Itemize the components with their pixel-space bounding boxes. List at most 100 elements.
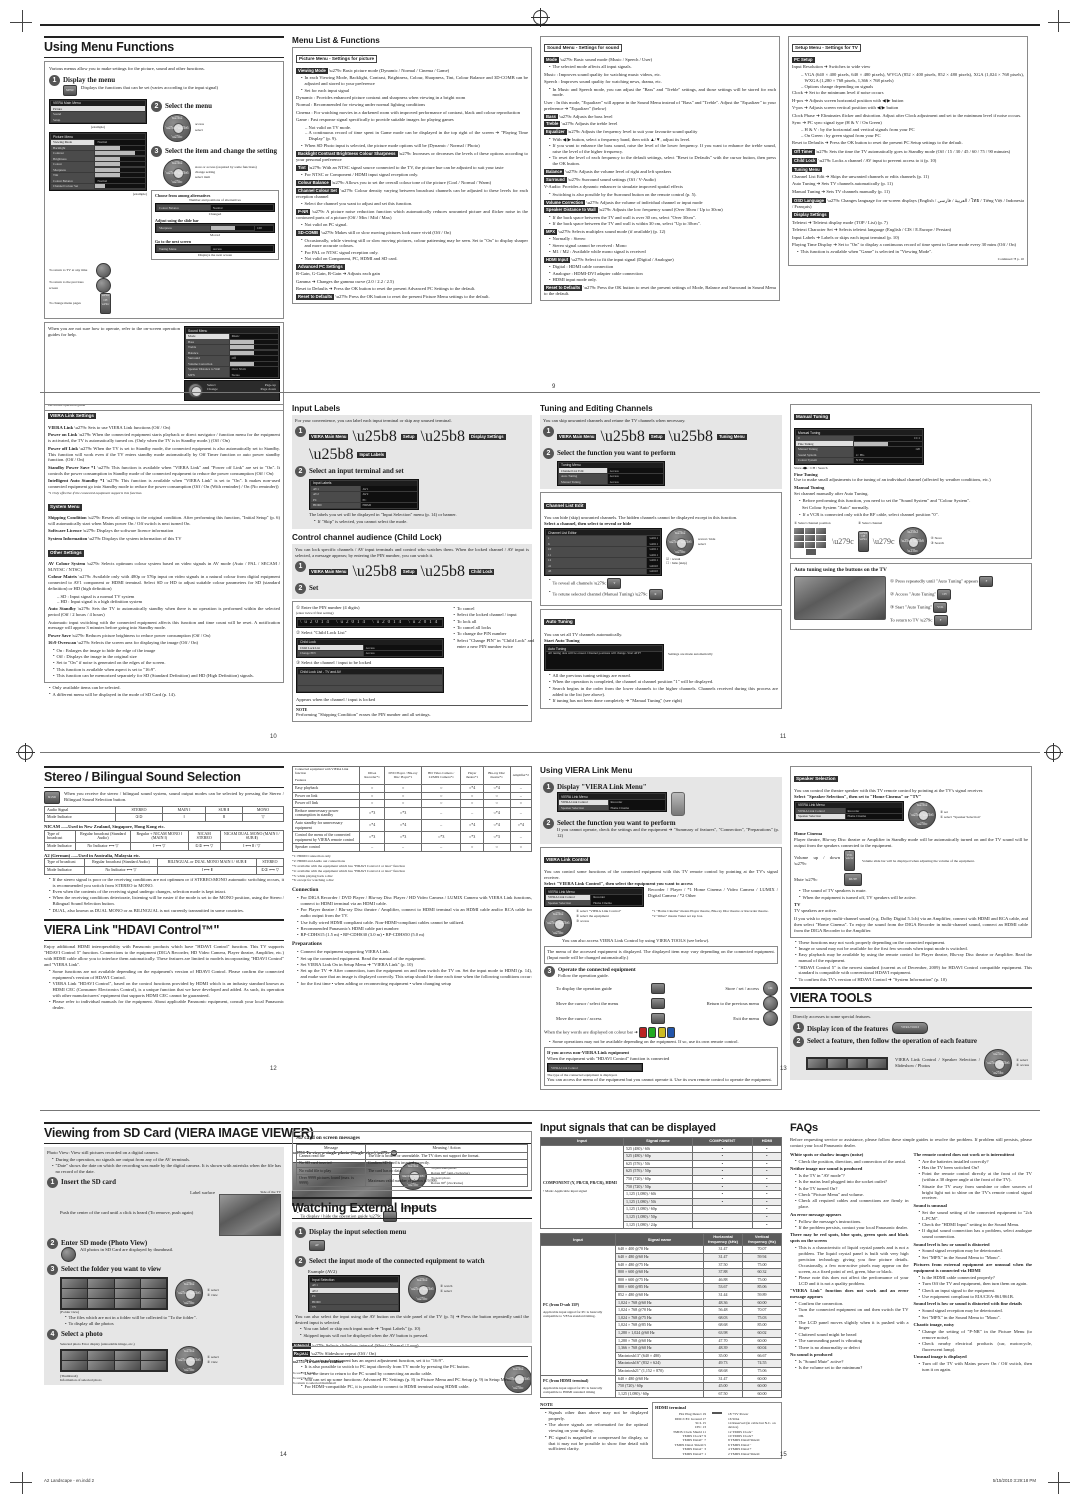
picture-row-bar[interactable] <box>95 167 145 172</box>
osd-row-value[interactable]: 4 : BG <box>853 452 922 457</box>
viera-tools-icons[interactable] <box>808 1058 886 1068</box>
osd-row-label[interactable]: Manual Tuning <box>796 446 853 452</box>
picture-row-label[interactable]: Contrast <box>51 150 95 156</box>
sound-row-bar[interactable] <box>229 339 278 344</box>
sound-row-value[interactable]: Stereo <box>229 372 278 378</box>
yellow-colour-button[interactable] <box>657 1027 666 1039</box>
osd-row-bar[interactable] <box>210 226 254 231</box>
picture-row-value[interactable]: Normal <box>95 139 145 145</box>
sound-row-label[interactable]: Balance <box>186 350 229 356</box>
osd-row-label[interactable]: HDMI <box>311 502 360 508</box>
input-option[interactable]: HDMI <box>310 1299 398 1305</box>
osd-row-value[interactable]: Access <box>607 468 663 474</box>
channel-row[interactable]: 11 <box>546 552 646 558</box>
channel-check[interactable]: \u2610 <box>647 563 660 569</box>
osd-row-label[interactable]: Sharpness <box>157 225 210 231</box>
channel-check[interactable]: \u2610 <box>647 568 660 574</box>
osd-row-label[interactable]: Speaker Selection <box>559 805 608 811</box>
picture-row-bar[interactable] <box>95 173 145 178</box>
osd-row-value[interactable]: Access <box>363 650 443 656</box>
yellow-button[interactable]: Y <box>607 577 622 589</box>
osd-row-value[interactable]: Access <box>363 645 443 651</box>
osd-row-value[interactable]: Home Cinema <box>845 813 902 819</box>
picture-row-label[interactable]: Colour <box>51 161 95 167</box>
dpad-icon[interactable]: \u25b2\u25bc\u25c0\u25b6 <box>984 1049 1013 1078</box>
input-option[interactable]: AV2 <box>310 1288 398 1294</box>
red-colour-button[interactable] <box>639 1027 648 1039</box>
sound-row-bar[interactable] <box>229 361 278 366</box>
dpad-icon[interactable]: \u25b2\u25bc\u25c0\u25b6 <box>666 528 694 557</box>
picture-row-bar[interactable] <box>95 156 145 161</box>
osd-row-value[interactable]: Home Cinema <box>608 805 665 811</box>
osd-row-value[interactable]: Normal <box>210 205 273 211</box>
osd-row-value[interactable]: Access <box>210 246 273 252</box>
viera-tools-button[interactable]: VIERA TOOLS <box>892 1022 929 1035</box>
osd-row-label[interactable]: Colour System <box>796 457 853 463</box>
picture-row-label[interactable]: Sharpness <box>51 167 95 173</box>
path-setup[interactable]: Setup <box>648 434 665 441</box>
sound-row-label[interactable]: Treble <box>186 344 229 350</box>
osd-row-label[interactable]: PC <box>311 497 360 503</box>
dpad-icon[interactable]: \u25b2\u25bc\u25c0\u25b6 <box>163 113 191 142</box>
osd-row-value[interactable]: AV1 <box>360 486 417 492</box>
sound-row-value[interactable]: Off <box>229 355 278 361</box>
path-display-settings[interactable]: Display Settings <box>469 434 506 441</box>
picture-row-bar[interactable] <box>95 162 145 167</box>
sound-row-label[interactable]: Volume Correction <box>186 361 229 367</box>
picture-row-label[interactable]: Brightness <box>51 156 95 162</box>
volume-button[interactable]: + VOL \u2212 <box>844 850 855 872</box>
mute-button[interactable]: MUTE <box>844 873 862 887</box>
picture-row-bar[interactable] <box>95 151 145 156</box>
dpad-icon[interactable]: \u25b2\u25bc\u25c0\u25b6 <box>175 1279 203 1308</box>
path-viera-main-menu[interactable]: VIERA Main Menu <box>309 569 349 576</box>
channel-row[interactable]: 12 <box>546 557 646 563</box>
osd-row-value[interactable]: HDMI <box>360 502 417 508</box>
option-button[interactable] <box>650 983 665 995</box>
dpad-icon[interactable]: \u25b2\u25bc\u25c0\u25b6 <box>898 527 927 556</box>
cursor-button[interactable] <box>650 998 665 1010</box>
return-button[interactable] <box>763 996 778 1012</box>
red-button[interactable]: R <box>648 589 663 601</box>
input-option[interactable]: TV <box>310 1304 398 1310</box>
osd-row-value[interactable]: NTSC <box>853 457 922 463</box>
sound-row-value[interactable]: Music <box>229 333 278 339</box>
picture-row-label[interactable]: Tint <box>51 172 95 178</box>
osd-row-label[interactable]: Speaker Selection <box>796 813 845 819</box>
sound-row-bar[interactable] <box>229 350 278 355</box>
channel-row[interactable]: 6 <box>546 541 646 547</box>
dpad-icon[interactable]: \u25b2\u25bc\u25c0\u25b6 <box>544 909 572 938</box>
input-option[interactable]: AV1 <box>310 1282 398 1288</box>
osd-row-label[interactable]: VIERA Link Control <box>546 894 591 900</box>
input-option[interactable]: PC <box>310 1293 398 1299</box>
osd-row-label[interactable]: Change PIN <box>298 650 363 656</box>
osd-row-label[interactable]: Fine Tuning <box>796 441 853 446</box>
f-button[interactable]: F <box>933 615 948 627</box>
exit-button[interactable] <box>763 1011 778 1027</box>
path-setup[interactable]: Setup <box>400 434 417 441</box>
channel-row[interactable]: 10 <box>546 546 646 552</box>
path-viera-main-menu[interactable]: VIERA Main Menu <box>557 434 597 441</box>
exit-button[interactable] <box>96 263 111 279</box>
osd-row-value[interactable]: 120 <box>853 446 922 452</box>
green-colour-button[interactable] <box>648 1027 657 1039</box>
photo-thumbnail-grid[interactable] <box>62 1278 166 1308</box>
osd-row-label[interactable]: Child Lock List <box>298 645 363 651</box>
path-child-lock[interactable]: Child Lock <box>469 569 495 576</box>
osd-row-label[interactable]: AV1 <box>311 486 360 492</box>
osd-row-value[interactable]: Recorder <box>591 894 642 900</box>
numeric-keypad-icon[interactable] <box>794 527 828 548</box>
picture-row-label[interactable]: Backlight <box>51 145 95 151</box>
ok-button[interactable]: OK <box>763 981 778 997</box>
stereo-bilingual-button[interactable]: M1/M2 <box>44 790 60 804</box>
picture-row-label[interactable]: Channel Colour Set <box>51 183 95 189</box>
osd-row-label[interactable]: VIERA Link Control <box>559 799 608 805</box>
blue-colour-button[interactable] <box>666 1027 675 1039</box>
sound-row-label[interactable]: Surround <box>186 355 229 361</box>
osd-row-label[interactable]: Sound System <box>796 452 853 457</box>
path-input-labels[interactable]: Input Labels <box>357 452 387 459</box>
osd-row-value[interactable]: CC1 <box>853 435 922 441</box>
picture-row-bar[interactable] <box>95 184 145 189</box>
path-viera-main-menu[interactable]: VIERA Main Menu <box>309 434 349 441</box>
fine-tuning-bar[interactable] <box>853 441 922 446</box>
channel-check[interactable]: \u2611 <box>647 541 660 547</box>
